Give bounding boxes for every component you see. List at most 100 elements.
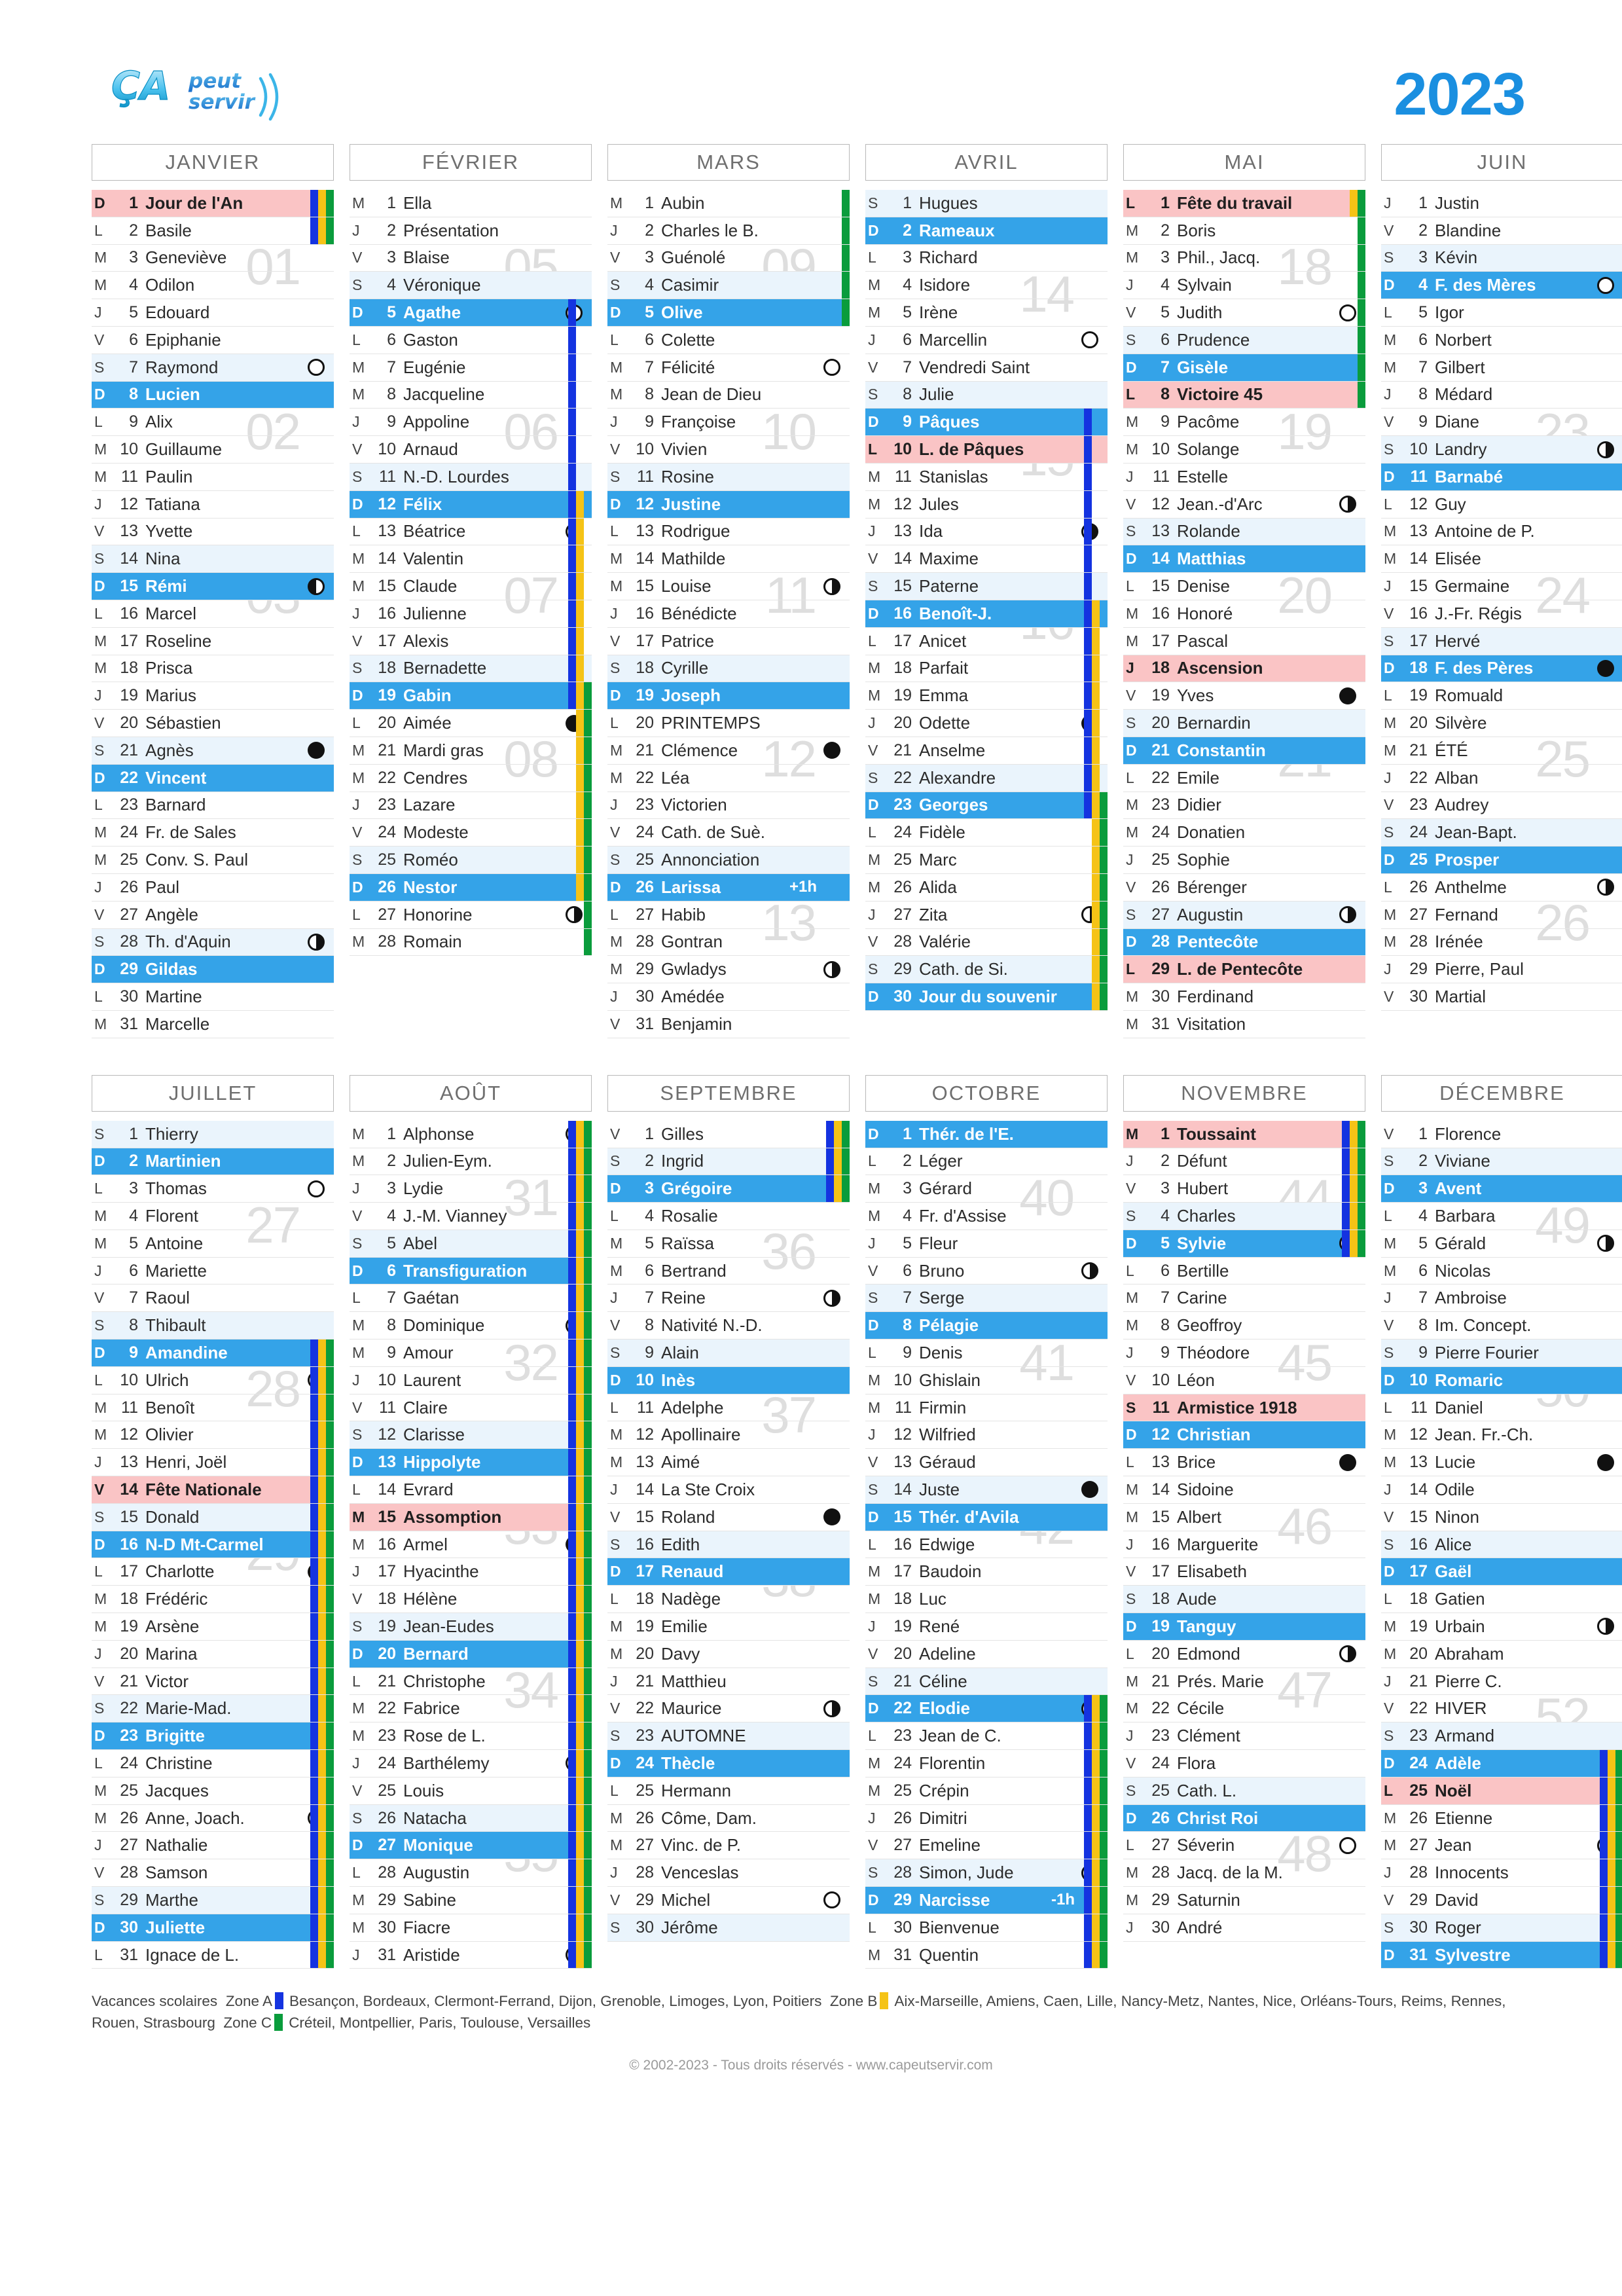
- day-row[interactable]: M 12 Olivier: [92, 1421, 334, 1449]
- day-row[interactable]: J 23 Victorien: [607, 792, 850, 820]
- day-row[interactable]: M 12 Jean. Fr.-Ch.: [1381, 1421, 1622, 1449]
- day-row[interactable]: D 5 Sylvie: [1123, 1230, 1365, 1258]
- day-row[interactable]: M 1 Aubin: [607, 190, 850, 217]
- day-row[interactable]: J 19 Marius: [92, 682, 334, 710]
- day-row[interactable]: V 29 David: [1381, 1887, 1622, 1914]
- day-row[interactable]: D 23 Georges: [865, 792, 1108, 820]
- day-row[interactable]: D 10 Romaric: [1381, 1366, 1622, 1394]
- day-row[interactable]: L 17 Charlotte: [92, 1558, 334, 1586]
- day-row[interactable]: J 15 Germaine: [1381, 573, 1622, 600]
- day-row[interactable]: S 11 Rosine: [607, 463, 850, 491]
- day-row[interactable]: D 27 Monique: [350, 1832, 592, 1860]
- day-row[interactable]: M 2 Boris: [1123, 217, 1365, 245]
- day-row[interactable]: J 26 Paul: [92, 874, 334, 902]
- day-row[interactable]: D 26 Larissa +1h: [607, 873, 850, 902]
- day-row[interactable]: J 18 Ascension: [1123, 655, 1365, 683]
- day-row[interactable]: J 14 La Ste Croix: [607, 1476, 850, 1504]
- day-row[interactable]: D 30 Jour du souvenir: [865, 983, 1108, 1011]
- day-row[interactable]: V 10 Arnaud: [350, 436, 592, 464]
- day-row[interactable]: J 10 Laurent: [350, 1366, 592, 1394]
- day-row[interactable]: L 27 Habib: [607, 902, 850, 929]
- day-row[interactable]: M 27 Vinc. de P.: [607, 1832, 850, 1860]
- day-row[interactable]: S 15 Donald: [92, 1503, 334, 1531]
- day-row[interactable]: M 30 Ferdinand: [1123, 983, 1365, 1011]
- day-row[interactable]: M 18 Parfait: [865, 655, 1108, 683]
- day-row[interactable]: J 27 Nathalie: [92, 1832, 334, 1860]
- day-row[interactable]: M 8 Jacqueline: [350, 381, 592, 409]
- day-row[interactable]: L 13 Brice: [1123, 1449, 1365, 1477]
- day-row[interactable]: M 21 Mardi gras: [350, 737, 592, 765]
- day-row[interactable]: M 5 Irène: [865, 299, 1108, 327]
- day-row[interactable]: J 4 Sylvain: [1123, 272, 1365, 300]
- day-row[interactable]: M 20 Davy: [607, 1641, 850, 1668]
- day-row[interactable]: S 7 Raymond: [92, 354, 334, 382]
- day-row[interactable]: M 4 Isidore: [865, 272, 1108, 300]
- day-row[interactable]: L 9 Alix: [92, 409, 334, 437]
- day-row[interactable]: V 2 Blandine: [1381, 217, 1622, 245]
- day-row[interactable]: D 19 Gabin: [350, 682, 592, 710]
- day-row[interactable]: D 23 Brigitte: [92, 1722, 334, 1751]
- day-row[interactable]: D 13 Hippolyte: [350, 1449, 592, 1477]
- day-row[interactable]: S 6 Prudence: [1123, 326, 1365, 354]
- day-row[interactable]: S 8 Julie: [865, 381, 1108, 409]
- day-row[interactable]: L 6 Gaston: [350, 326, 592, 354]
- day-row[interactable]: D 4 F. des Mères: [1381, 272, 1622, 300]
- day-row[interactable]: S 20 Bernardin: [1123, 710, 1365, 737]
- day-row[interactable]: D 19 Tanguy: [1123, 1613, 1365, 1641]
- day-row[interactable]: D 29 Narcisse -1h: [865, 1887, 1108, 1914]
- day-row[interactable]: J 6 Mariette: [92, 1258, 334, 1285]
- day-row[interactable]: M 21 ÉTÉ: [1381, 737, 1622, 765]
- day-row[interactable]: V 1 Florence: [1381, 1121, 1622, 1148]
- day-row[interactable]: D 29 Gildas: [92, 956, 334, 984]
- day-row[interactable]: M 26 Alida: [865, 873, 1108, 902]
- day-row[interactable]: D 15 Rémi: [92, 573, 334, 600]
- day-row[interactable]: M 5 Antoine: [92, 1230, 334, 1258]
- day-row[interactable]: M 24 Fr. de Sales: [92, 819, 334, 847]
- day-row[interactable]: M 19 Emma: [865, 682, 1108, 710]
- day-row[interactable]: L 4 Barbara: [1381, 1203, 1622, 1230]
- day-row[interactable]: D 8 Lucien: [92, 381, 334, 409]
- day-row[interactable]: J 9 Théodore: [1123, 1339, 1365, 1367]
- day-row[interactable]: M 6 Nicolas: [1381, 1258, 1622, 1285]
- day-row[interactable]: L 10 Ulrich: [92, 1366, 334, 1394]
- day-row[interactable]: M 29 Sabine: [350, 1887, 592, 1914]
- day-row[interactable]: M 15 Claude: [350, 573, 592, 600]
- day-row[interactable]: S 17 Hervé: [1381, 627, 1622, 655]
- day-row[interactable]: J 5 Fleur: [865, 1230, 1108, 1258]
- day-row[interactable]: V 14 Maxime: [865, 545, 1108, 574]
- day-row[interactable]: M 25 Marc: [865, 847, 1108, 874]
- day-row[interactable]: J 2 Charles le B.: [607, 217, 850, 245]
- day-row[interactable]: S 30 Roger: [1381, 1914, 1622, 1942]
- day-row[interactable]: M 19 Arsène: [92, 1613, 334, 1641]
- day-row[interactable]: L 16 Marcel: [92, 600, 334, 628]
- day-row[interactable]: M 11 Firmin: [865, 1394, 1108, 1422]
- day-row[interactable]: M 20 Abraham: [1381, 1641, 1622, 1668]
- day-row[interactable]: L 25 Noël: [1381, 1777, 1622, 1805]
- day-row[interactable]: M 31 Visitation: [1123, 1011, 1365, 1038]
- day-row[interactable]: S 7 Serge: [865, 1285, 1108, 1313]
- day-row[interactable]: L 18 Gatien: [1381, 1586, 1622, 1614]
- day-row[interactable]: M 10 Ghislain: [865, 1367, 1108, 1394]
- day-row[interactable]: M 26 Côme, Dam.: [607, 1805, 850, 1832]
- day-row[interactable]: D 6 Transfiguration: [350, 1257, 592, 1285]
- day-row[interactable]: L 5 Igor: [1381, 299, 1622, 327]
- day-row[interactable]: V 12 Jean.-d'Arc: [1123, 491, 1365, 519]
- day-row[interactable]: V 4 J.-M. Vianney: [350, 1203, 592, 1230]
- day-row[interactable]: S 19 Jean-Eudes: [350, 1613, 592, 1641]
- day-row[interactable]: V 6 Bruno: [865, 1258, 1108, 1285]
- day-row[interactable]: J 31 Aristide: [350, 1941, 592, 1969]
- day-row[interactable]: D 12 Justine: [607, 490, 850, 519]
- day-row[interactable]: V 24 Cath. de Suè.: [607, 819, 850, 847]
- day-row[interactable]: S 16 Alice: [1381, 1531, 1622, 1559]
- day-row[interactable]: M 22 Léa: [607, 765, 850, 792]
- day-row[interactable]: J 28 Venceslas: [607, 1859, 850, 1887]
- day-row[interactable]: M 14 Sidoine: [1123, 1476, 1365, 1504]
- day-row[interactable]: M 23 Didier: [1123, 792, 1365, 820]
- day-row[interactable]: M 27 Jean: [1381, 1832, 1622, 1860]
- day-row[interactable]: D 14 Matthias: [1123, 545, 1365, 574]
- day-row[interactable]: J 19 René: [865, 1613, 1108, 1641]
- day-row[interactable]: S 22 Alexandre: [865, 764, 1108, 792]
- day-row[interactable]: M 16 Armel: [350, 1531, 592, 1559]
- day-row[interactable]: L 21 Christophe: [350, 1667, 592, 1696]
- day-row[interactable]: V 23 Audrey: [1381, 792, 1622, 820]
